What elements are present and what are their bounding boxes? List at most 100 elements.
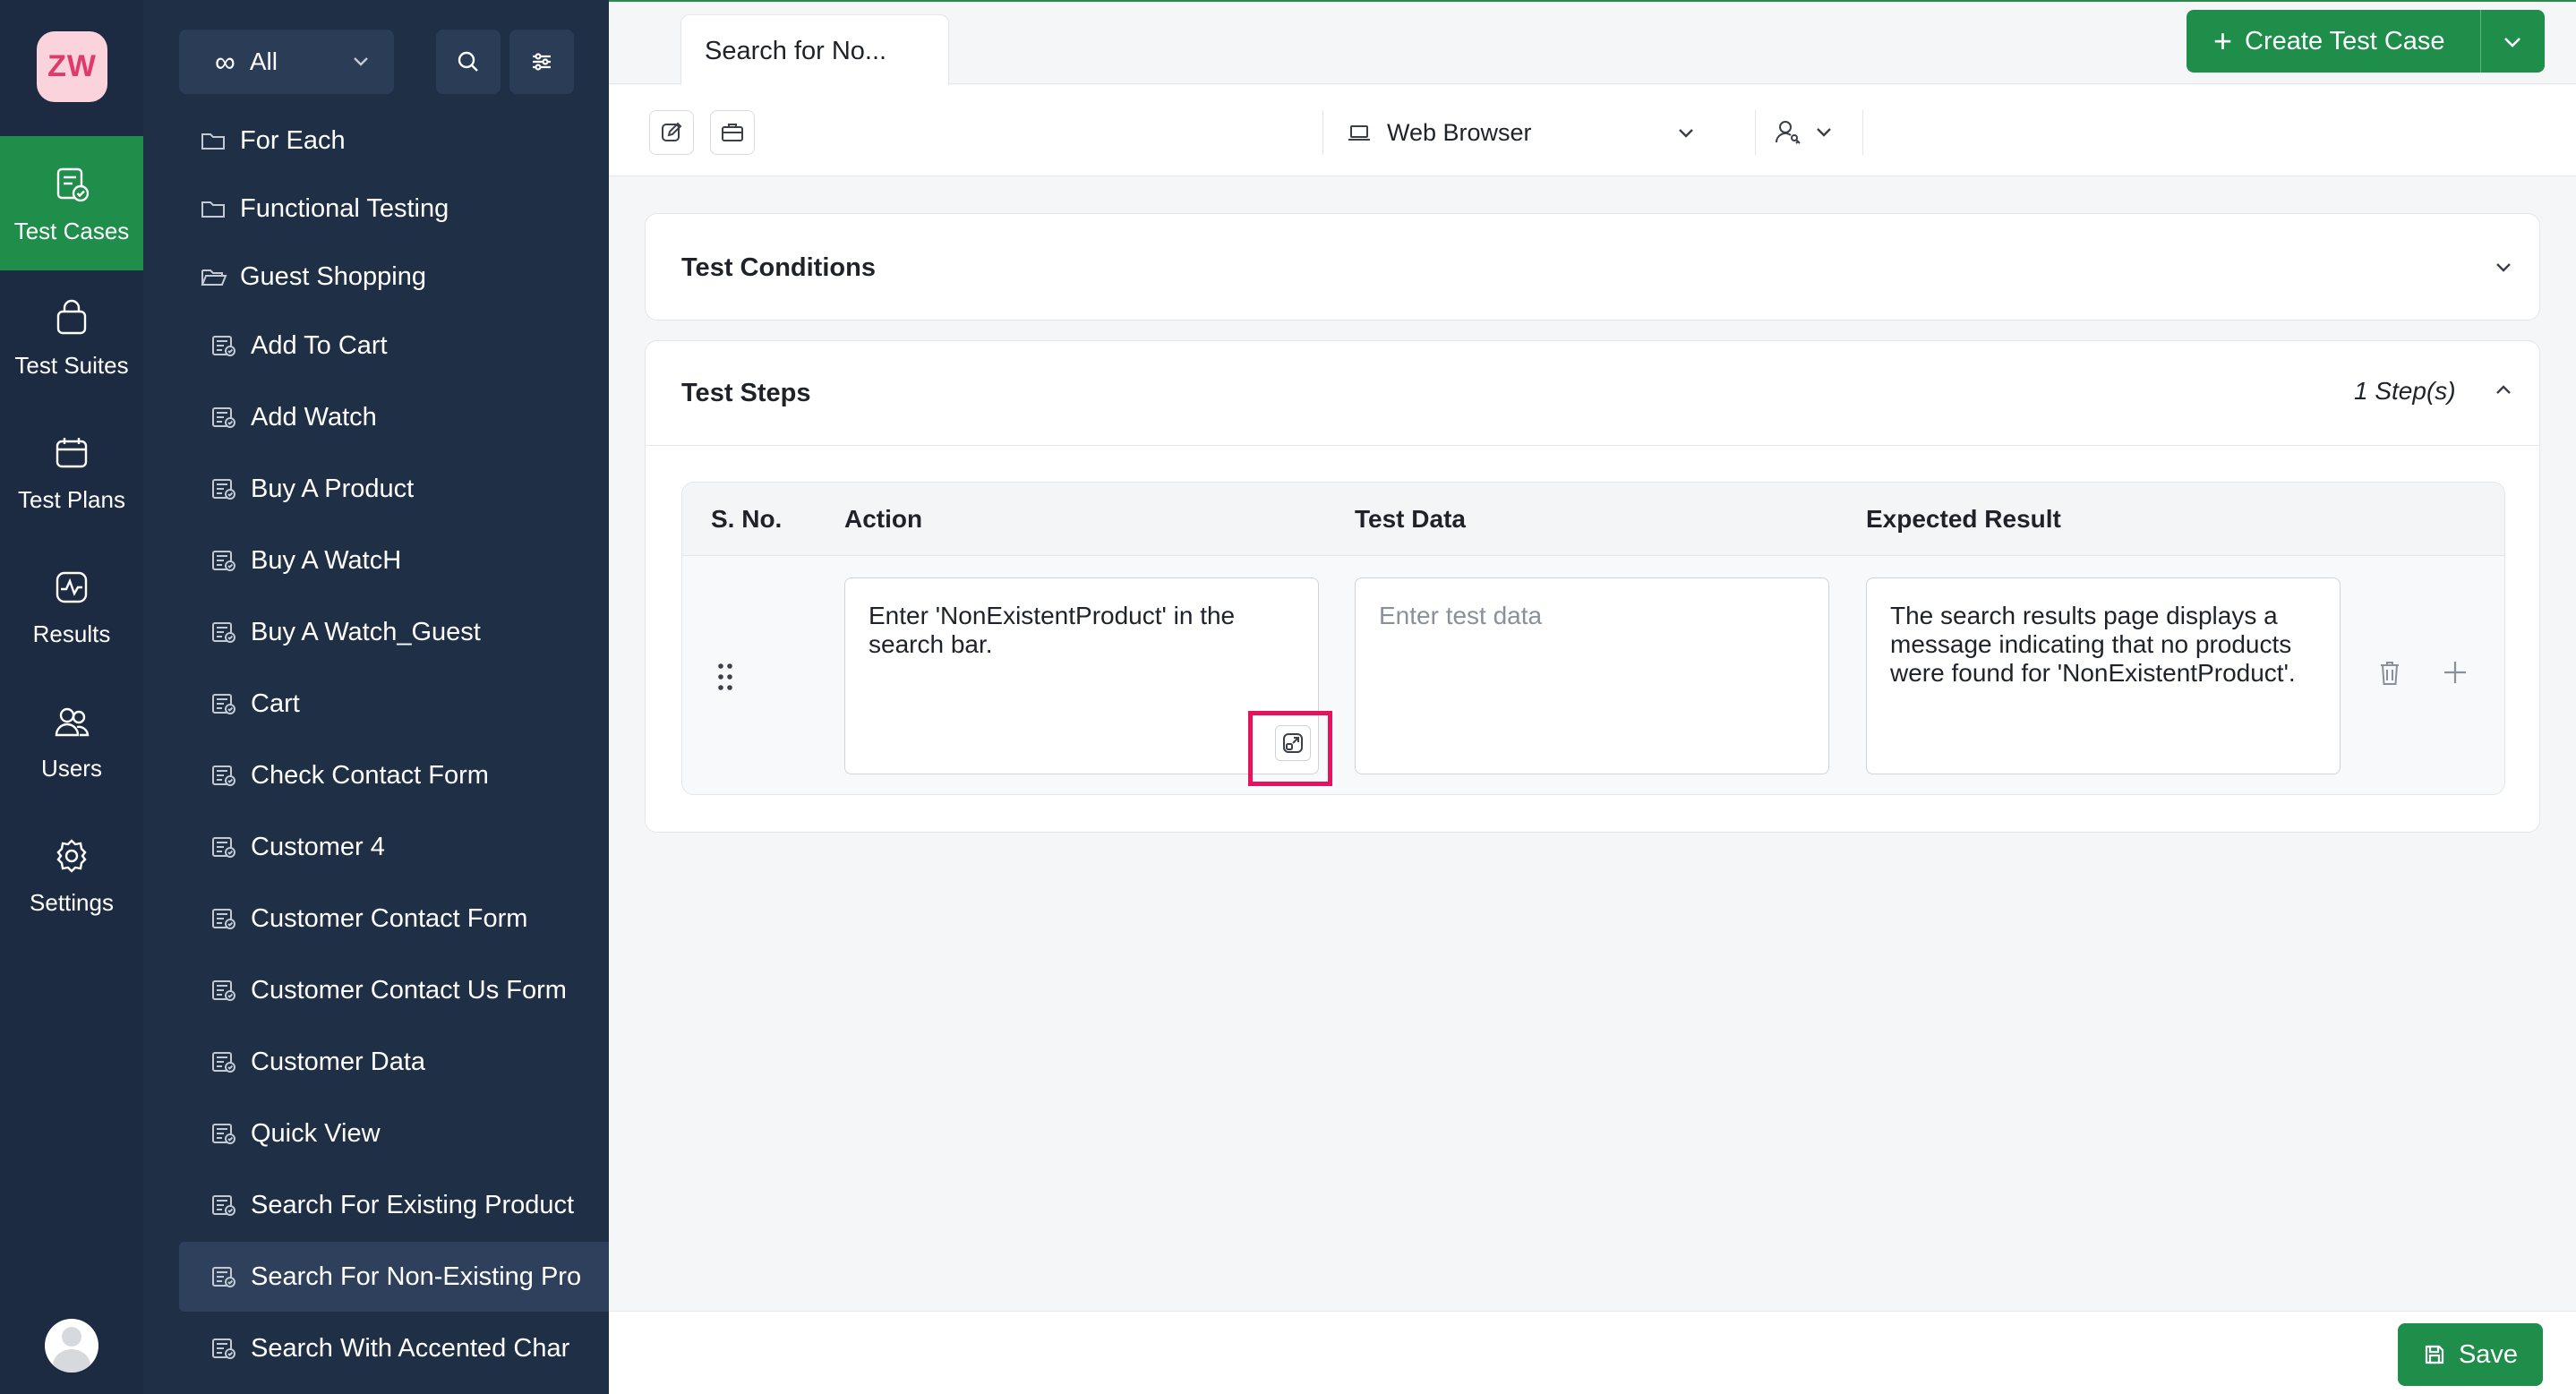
filter-dropdown[interactable]: ∞ All (179, 30, 394, 94)
tree-case[interactable]: Quick View (179, 1099, 609, 1168)
test-case-icon (212, 1124, 235, 1144)
briefcase-button[interactable] (710, 110, 755, 155)
rail-test-cases[interactable]: Test Cases (0, 136, 143, 270)
column-action: Action (844, 505, 923, 533)
tree-case[interactable]: Buy A Product (179, 454, 609, 524)
test-case-icon (212, 479, 235, 500)
column-sno: S. No. (711, 505, 783, 533)
steps-table-header: S. No. Action Test Data Expected Result (682, 483, 2504, 556)
test-conditions-title: Test Conditions (681, 253, 876, 282)
tree-case[interactable]: Customer 4 (179, 812, 609, 882)
rail-label: Settings (30, 888, 114, 916)
folder-icon (201, 201, 225, 218)
sliders-icon (533, 53, 551, 71)
app-logo[interactable]: ZW (37, 31, 107, 102)
test-case-icon (212, 1052, 235, 1073)
chevron-down-icon (354, 57, 368, 66)
expected-result-input[interactable]: The search results page displays a messa… (1866, 577, 2341, 774)
icon-rail: ZW Test Cases Test Suites Test Plans Res… (0, 0, 143, 1394)
edit-button[interactable] (649, 110, 694, 155)
trash-icon[interactable] (2376, 658, 2403, 688)
test-steps-title: Test Steps (681, 379, 811, 407)
briefcase-icon (722, 124, 743, 141)
rail-test-plans[interactable]: Test Plans (0, 405, 143, 539)
users-icon (55, 707, 90, 736)
user-key-icon (1776, 121, 1801, 144)
platform-dropdown[interactable]: Web Browser (1346, 110, 1731, 155)
folder-open-icon (201, 269, 227, 286)
tab-bar: Search for No... + Create Test Case (609, 0, 2576, 87)
toolbar-divider (1322, 110, 1323, 155)
focus-highlight (1248, 711, 1332, 786)
tree-case[interactable]: Customer Data (179, 1027, 609, 1097)
save-icon (2425, 1345, 2444, 1364)
rail-label: Test Cases (13, 217, 130, 244)
column-expected-result: Expected Result (1866, 505, 2061, 533)
tab-current-case[interactable]: Search for No... (680, 14, 949, 87)
test-case-icon (212, 765, 235, 786)
plus-icon: + (2213, 22, 2233, 59)
tree-case[interactable]: Cart (179, 669, 609, 739)
settings-icon (56, 838, 87, 873)
tree-case[interactable]: Add To Cart (179, 311, 609, 381)
test-steps-panel: Test Steps 1 Step(s) S. No. Action Test … (645, 340, 2540, 833)
results-icon (56, 571, 88, 603)
chevron-down-icon (1679, 129, 1693, 138)
test-plans-icon (56, 437, 88, 467)
tree-folder[interactable]: For Each (179, 106, 609, 175)
folder-icon (201, 133, 225, 150)
tree-folder[interactable]: Functional Testing (179, 174, 609, 244)
tree-case[interactable]: Customer Contact Us Form (179, 955, 609, 1025)
user-avatar[interactable] (45, 1319, 98, 1373)
search-icon (458, 51, 478, 72)
rail-settings[interactable]: Settings (0, 808, 143, 942)
toolbar-divider (1862, 110, 1863, 155)
step-count: 1 Step(s) (2354, 377, 2456, 405)
tree-case[interactable]: Search For Existing Product (179, 1170, 609, 1240)
tree-case[interactable]: Add Watch (179, 382, 609, 452)
test-case-icon (212, 1195, 235, 1216)
tree-filter-button[interactable] (509, 30, 574, 94)
chevron-down-icon[interactable] (2490, 253, 2517, 280)
test-case-icon (212, 694, 235, 714)
plus-icon[interactable] (2439, 656, 2471, 688)
laptop-icon (1348, 125, 1370, 141)
rail-test-suites[interactable]: Test Suites (0, 270, 143, 405)
test-case-icon (212, 336, 235, 356)
edit-icon (662, 122, 682, 141)
column-test-data: Test Data (1355, 505, 1466, 533)
create-test-case-button[interactable]: + Create Test Case (2187, 10, 2545, 73)
rail-results[interactable]: Results (0, 539, 143, 673)
tree-folder[interactable]: Guest Shopping (179, 242, 609, 312)
assignee-dropdown[interactable] (1773, 110, 1853, 155)
chevron-down-icon[interactable] (2500, 30, 2525, 55)
tree-case[interactable]: Search With Accented Char (179, 1313, 609, 1383)
chevron-up-icon[interactable] (2490, 377, 2517, 404)
test-data-input[interactable]: Enter test data (1355, 577, 1829, 774)
footer-bar: Save (609, 1311, 2576, 1394)
infinity-icon: ∞ (215, 45, 235, 78)
test-case-icon (212, 837, 235, 858)
chevron-down-icon (1817, 128, 1831, 137)
test-case-icon (212, 551, 235, 571)
tree-search-button[interactable] (436, 30, 501, 94)
toolbar-divider (1755, 110, 1756, 155)
rail-label: Users (41, 754, 102, 782)
tree-case[interactable]: Customer Contact Form (179, 884, 609, 954)
rail-label: Results (32, 620, 111, 647)
steps-table: S. No. Action Test Data Expected Result … (681, 482, 2505, 795)
test-case-icon (212, 1267, 235, 1287)
test-cases-icon (56, 167, 90, 201)
test-suites-icon (56, 299, 87, 334)
tree-case-selected[interactable]: Search For Non-Existing Pro (179, 1242, 609, 1312)
main-area: Search for No... + Create Test Case Web … (609, 0, 2576, 1394)
tree-case[interactable]: Buy A WatcH (179, 526, 609, 595)
rail-users[interactable]: Users (0, 673, 143, 808)
tree-case[interactable]: Buy A Watch_Guest (179, 597, 609, 667)
tree-case[interactable]: Check Contact Form (179, 740, 609, 810)
drag-handle-icon[interactable] (716, 662, 734, 692)
filter-label: All (249, 47, 278, 75)
save-button[interactable]: Save (2398, 1323, 2543, 1386)
test-conditions-panel[interactable]: Test Conditions (645, 213, 2540, 321)
test-case-icon (212, 909, 235, 929)
